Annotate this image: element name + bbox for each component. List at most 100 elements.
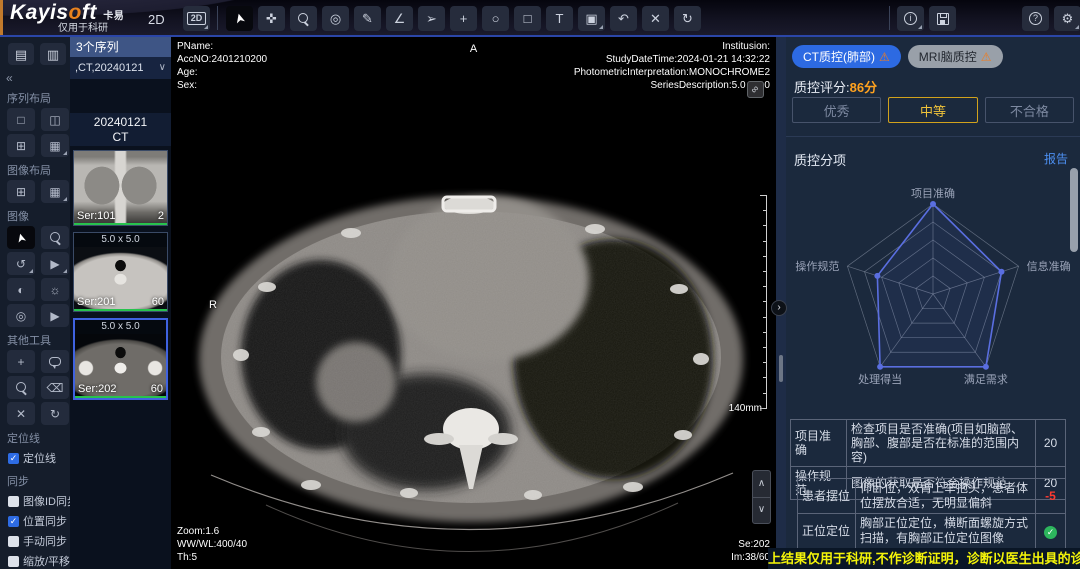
qc-radar-chart: 项目准确信息准确满足需求处理得当操作规范: [786, 168, 1080, 408]
qc-tabs: CT质控(肺部)⚠ MRI脑质控⚠: [792, 45, 1003, 68]
rotate-icon: ↺: [16, 258, 26, 270]
settings-button[interactable]: ⚙: [1054, 6, 1080, 31]
overlay-line: Institusion:: [574, 40, 770, 53]
divider: [786, 136, 1080, 137]
delete-annotation-tool-button[interactable]: ✕: [642, 6, 669, 31]
tab-ct-qc[interactable]: CT质控(肺部)⚠: [792, 45, 901, 68]
info-overlay-toggle-button[interactable]: i: [897, 6, 924, 31]
close-icon: ✕: [16, 408, 26, 420]
qc-score-label: 质控评分:: [794, 80, 850, 95]
text-annotate-tool-button[interactable]: T: [546, 6, 573, 31]
link-series-button[interactable]: ∞: [747, 81, 764, 98]
delete-tool-button[interactable]: ✕: [7, 402, 35, 425]
overlay-line: SeriesDescription:5.0 x 5.0: [574, 79, 770, 92]
image-flip-tool-button[interactable]: ▶: [41, 252, 69, 275]
image-layout-3x3-button[interactable]: ▦: [41, 180, 69, 203]
layout-mode-button[interactable]: 2D: [183, 6, 210, 31]
overlay-line: AccNO:2401210200: [177, 53, 267, 66]
window-level-tool-button[interactable]: ◎: [322, 6, 349, 31]
save-image-button[interactable]: [929, 6, 956, 31]
arrow-annotate-tool-button[interactable]: ➢: [418, 6, 445, 31]
series-layout-2x2-button[interactable]: ⊞: [7, 134, 35, 157]
checkbox[interactable]: [8, 536, 19, 547]
series-thumbnail-Ser-101[interactable]: Ser:1012: [73, 150, 168, 226]
top-toolbar: Kayisoft 卡易 仅用于科研 2D 2D ➤✜◎✎∠➢+○□T▣↶✕↻ i…: [0, 0, 1080, 37]
series-group-date: 20240121: [70, 115, 171, 130]
ellipse-roi-tool-button[interactable]: ○: [482, 6, 509, 31]
thumbnail-series-label: Ser:202: [78, 383, 117, 395]
rectangle-roi-tool-button[interactable]: □: [514, 6, 541, 31]
viewport-scrollbar-thumb[interactable]: [779, 355, 783, 382]
reset-icon: ↻: [50, 408, 60, 420]
reset-view-tool-button[interactable]: ↻: [41, 402, 69, 425]
pan-tool-button[interactable]: ✜: [258, 6, 285, 31]
grade-button-不合格[interactable]: 不合格: [985, 97, 1074, 123]
angle-measure-tool-button[interactable]: ∠: [386, 6, 413, 31]
series-layout-1x2-button[interactable]: ◫: [41, 108, 69, 131]
tool-sidebar: ▤▥ « 序列布局□◫⊞▦图像布局⊞▦图像➤↺▶◐☼◎▶其他工具+⌫✕↻ 定位线…: [0, 37, 70, 569]
cursor-tool-button[interactable]: ➤: [226, 6, 253, 31]
ct-axial-image: [171, 37, 776, 569]
help-button[interactable]: ?: [1022, 6, 1049, 31]
checkbox[interactable]: [8, 496, 19, 507]
cursor-icon: ➤: [14, 231, 28, 244]
series-layout-1x1-button[interactable]: □: [7, 108, 35, 131]
cursor-icon: ➤: [232, 12, 247, 26]
report-link[interactable]: 报告: [1044, 150, 1068, 167]
add-tool-button[interactable]: +: [7, 350, 35, 373]
reset-tool-button[interactable]: ↻: [674, 6, 701, 31]
close-icon: ✕: [650, 12, 661, 25]
checkbox[interactable]: [8, 453, 19, 464]
eraser-tool-button[interactable]: ⌫: [41, 376, 69, 399]
image-viewport[interactable]: PName:AccNO:2401210200Age:Sex: Institusi…: [171, 37, 776, 569]
overlay-line: Sex:: [177, 79, 267, 92]
previous-image-button[interactable]: ∧: [753, 471, 770, 498]
layout-tool-strip: 2D: [183, 6, 210, 31]
sidebar-section-title: 图像: [0, 203, 70, 226]
series-thumbnail-Ser-201[interactable]: 5.0 x 5.0Ser:20160: [73, 232, 168, 312]
length-measure-tool-button[interactable]: ✎: [354, 6, 381, 31]
detail-magnifier-tool-button[interactable]: [7, 376, 35, 399]
zoom-tool-button[interactable]: [290, 6, 317, 31]
toolbar-separator-2: [889, 6, 890, 30]
checkbox[interactable]: [8, 556, 19, 567]
sidebar-section-grid: □ ◫ ⊞ ▦: [0, 108, 70, 157]
sidebar-section-title: 同步: [0, 468, 70, 491]
report-panel-toggle-button[interactable]: ▥: [40, 43, 66, 65]
radar-axis-label: 信息准确: [1027, 259, 1071, 273]
point-marker-tool-button[interactable]: +: [450, 6, 477, 31]
view-mode-label: 2D: [148, 12, 165, 27]
sidebar-collapse-button[interactable]: «: [0, 69, 70, 85]
panel-expand-button[interactable]: ›: [771, 300, 787, 316]
qc-item-desc: 检查项目是否准确(项目如脑部、胸部、腹部是否在标准的范围内容): [847, 420, 1036, 467]
thumbnail-panel-toggle-button[interactable]: ▤: [8, 43, 34, 65]
cine-play-tool-button[interactable]: ▶: [41, 304, 69, 327]
layout-3x3-icon: ▦: [49, 186, 60, 198]
overlay-line: Zoom:1.6: [177, 525, 247, 538]
image-cursor-tool-button[interactable]: ➤: [7, 226, 35, 249]
grade-button-中等[interactable]: 中等: [888, 97, 977, 123]
panel-layout-icon: ▤: [15, 48, 27, 61]
qc-panel-scrollbar-thumb[interactable]: [1070, 168, 1078, 252]
image-brightness-tool-button[interactable]: ☼: [41, 278, 69, 301]
study-dropdown[interactable]: ,CT,20240121 ∨: [70, 57, 171, 79]
image-invert-tool-button[interactable]: ◐: [7, 278, 35, 301]
comment-tool-button[interactable]: [41, 350, 69, 373]
thumbnail-progress-bar: [75, 396, 166, 398]
image-target-tool-button[interactable]: ◎: [7, 304, 35, 327]
image-compare-tool-button[interactable]: ▣: [578, 6, 605, 31]
sidebar-section-title: 其他工具: [0, 327, 70, 350]
rect-icon: □: [524, 12, 532, 25]
undo-tool-button[interactable]: ↶: [610, 6, 637, 31]
tab-mri-qc[interactable]: MRI脑质控⚠: [908, 45, 1003, 68]
checkbox[interactable]: [8, 516, 19, 527]
grade-button-优秀[interactable]: 优秀: [792, 97, 881, 123]
series-layout-3x3-button[interactable]: ▦: [41, 134, 69, 157]
next-image-button[interactable]: ∨: [753, 498, 770, 524]
image-layout-2x2-button[interactable]: ⊞: [7, 180, 35, 203]
image-rotate-tool-button[interactable]: ↺: [7, 252, 35, 275]
layout-2x2-icon: ⊞: [16, 186, 26, 198]
series-thumbnail-Ser-202[interactable]: 5.0 x 5.0Ser:20260: [73, 318, 168, 400]
chevron-down-icon: ∨: [758, 505, 765, 515]
image-magnify-tool-button[interactable]: [41, 226, 69, 249]
